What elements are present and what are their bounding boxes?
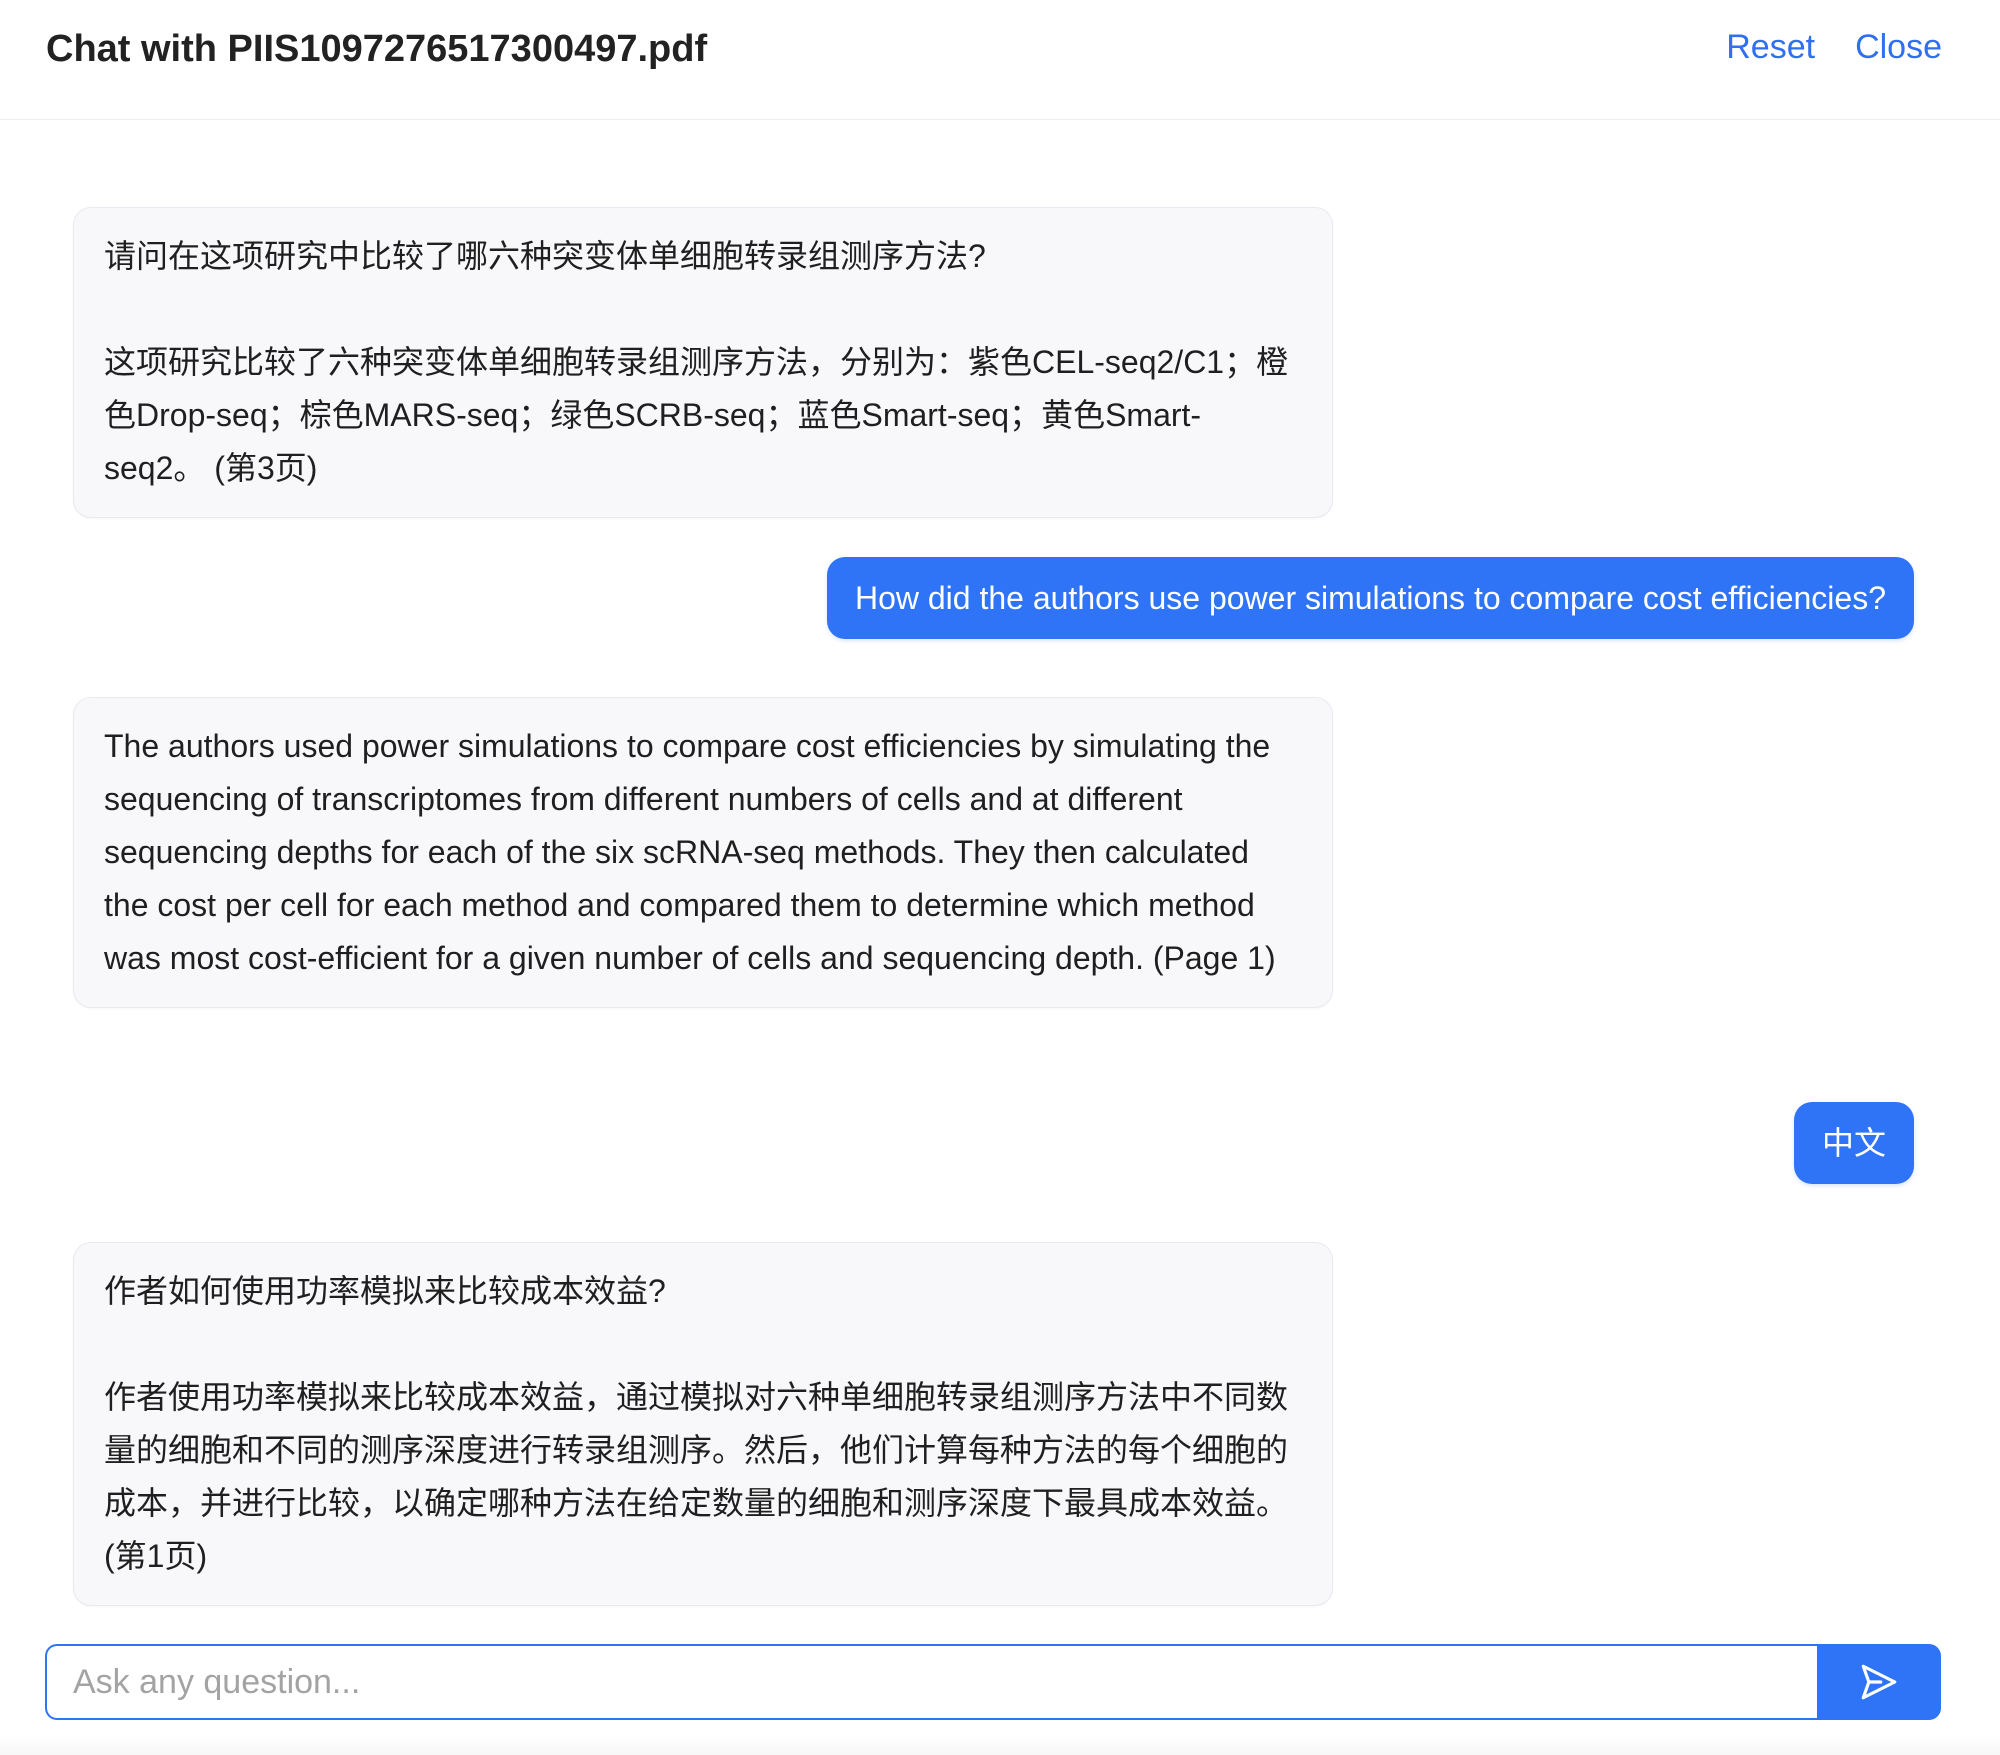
page-title: Chat with PIIS1097276517300497.pdf — [46, 28, 708, 70]
send-icon — [1861, 1664, 1897, 1700]
assistant-message-text: 请问在这项研究中比较了哪六种突变体单细胞转录组测序方法? 这项研究比较了六种突变… — [104, 238, 1289, 486]
assistant-message: 作者如何使用功率模拟来比较成本效益? 作者使用功率模拟来比较成本效益，通过模拟对… — [73, 1242, 1333, 1606]
user-message: How did the authors use power simulation… — [826, 557, 1914, 639]
header-actions: Reset Close — [1726, 28, 1942, 67]
assistant-message-text: The authors used power simulations to co… — [104, 728, 1280, 976]
assistant-message: 请问在这项研究中比较了哪六种突变体单细胞转录组测序方法? 这项研究比较了六种突变… — [73, 207, 1333, 518]
ask-input[interactable] — [45, 1644, 1817, 1720]
chat-header: Chat with PIIS1097276517300497.pdf Reset… — [0, 0, 2000, 120]
chat-messages[interactable]: 请问在这项研究中比较了哪六种突变体单细胞转录组测序方法? 这项研究比较了六种突变… — [0, 121, 2000, 1641]
assistant-message-text: 作者如何使用功率模拟来比较成本效益? 作者使用功率模拟来比较成本效益，通过模拟对… — [104, 1273, 1289, 1574]
send-button[interactable] — [1817, 1644, 1941, 1720]
reset-button[interactable]: Reset — [1726, 28, 1815, 67]
assistant-message: The authors used power simulations to co… — [73, 697, 1333, 1008]
close-button[interactable]: Close — [1855, 28, 1942, 67]
user-message: 中文 — [1793, 1102, 1914, 1184]
footer-shadow — [0, 1735, 2000, 1755]
message-composer — [45, 1644, 1941, 1720]
